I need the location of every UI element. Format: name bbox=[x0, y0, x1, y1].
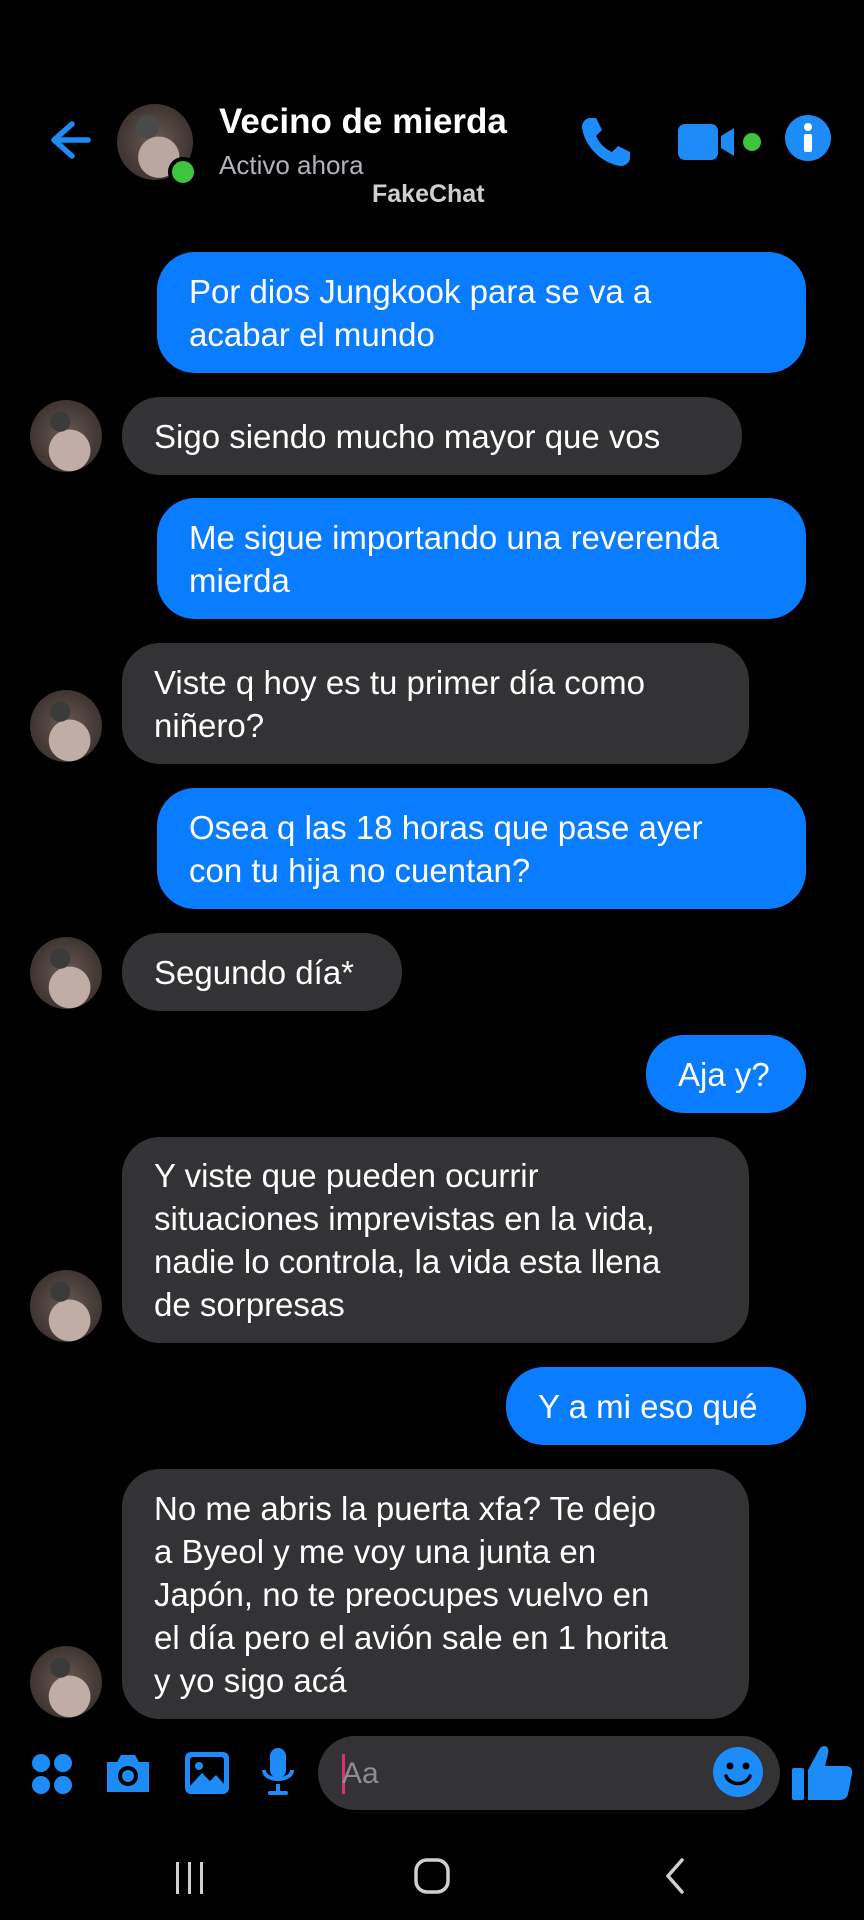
home-icon[interactable] bbox=[412, 1856, 452, 1896]
contact-avatar-small bbox=[30, 937, 102, 1009]
message-bubble-outgoing[interactable]: Y a mi eso qué bbox=[506, 1367, 806, 1445]
message-bubble-incoming[interactable]: Segundo día* bbox=[122, 933, 402, 1011]
message-bubble-outgoing[interactable]: Osea q las 18 horas que pase ayer con tu… bbox=[157, 788, 806, 909]
message-bubble-incoming[interactable]: Y viste que pueden ocurrir situaciones i… bbox=[122, 1137, 749, 1343]
system-navigation-bar bbox=[0, 1840, 864, 1920]
online-indicator bbox=[168, 157, 198, 187]
message-bubble-incoming[interactable]: No me abris la puerta xfa? Te dejo a Bye… bbox=[122, 1469, 749, 1719]
contact-status: Activo ahora bbox=[219, 150, 364, 180]
message-bubble-incoming[interactable]: Viste q hoy es tu primer día como niñero… bbox=[122, 643, 749, 764]
gallery-icon[interactable] bbox=[182, 1748, 232, 1798]
apps-icon[interactable] bbox=[30, 1752, 74, 1796]
nav-back-icon[interactable] bbox=[656, 1856, 696, 1896]
emoji-icon[interactable] bbox=[712, 1746, 764, 1798]
contact-avatar-small bbox=[30, 1646, 102, 1718]
message-input-placeholder: Aa bbox=[342, 1757, 379, 1790]
phone-icon[interactable] bbox=[576, 112, 636, 172]
contact-avatar-small bbox=[30, 690, 102, 762]
contact-name[interactable]: Vecino de mierda bbox=[219, 102, 507, 142]
thumbs-up-icon[interactable] bbox=[790, 1740, 854, 1804]
video-camera-icon[interactable] bbox=[676, 118, 766, 166]
contact-avatar-small bbox=[30, 400, 102, 472]
back-arrow-icon[interactable] bbox=[38, 112, 94, 168]
message-bubble-outgoing[interactable]: Me sigue importando una reverenda mierda bbox=[157, 498, 806, 619]
recents-icon[interactable] bbox=[170, 1858, 210, 1898]
info-icon[interactable] bbox=[784, 114, 832, 162]
microphone-icon[interactable] bbox=[260, 1746, 296, 1800]
message-bubble-incoming[interactable]: Sigo siendo mucho mayor que vos bbox=[122, 397, 742, 475]
watermark: FakeChat bbox=[372, 180, 485, 208]
camera-icon[interactable] bbox=[103, 1748, 153, 1798]
message-bubble-outgoing[interactable]: Por dios Jungkook para se va a acabar el… bbox=[157, 252, 806, 373]
contact-avatar-small bbox=[30, 1270, 102, 1342]
message-input[interactable] bbox=[318, 1736, 780, 1810]
message-bubble-outgoing[interactable]: Aja y? bbox=[646, 1035, 806, 1113]
